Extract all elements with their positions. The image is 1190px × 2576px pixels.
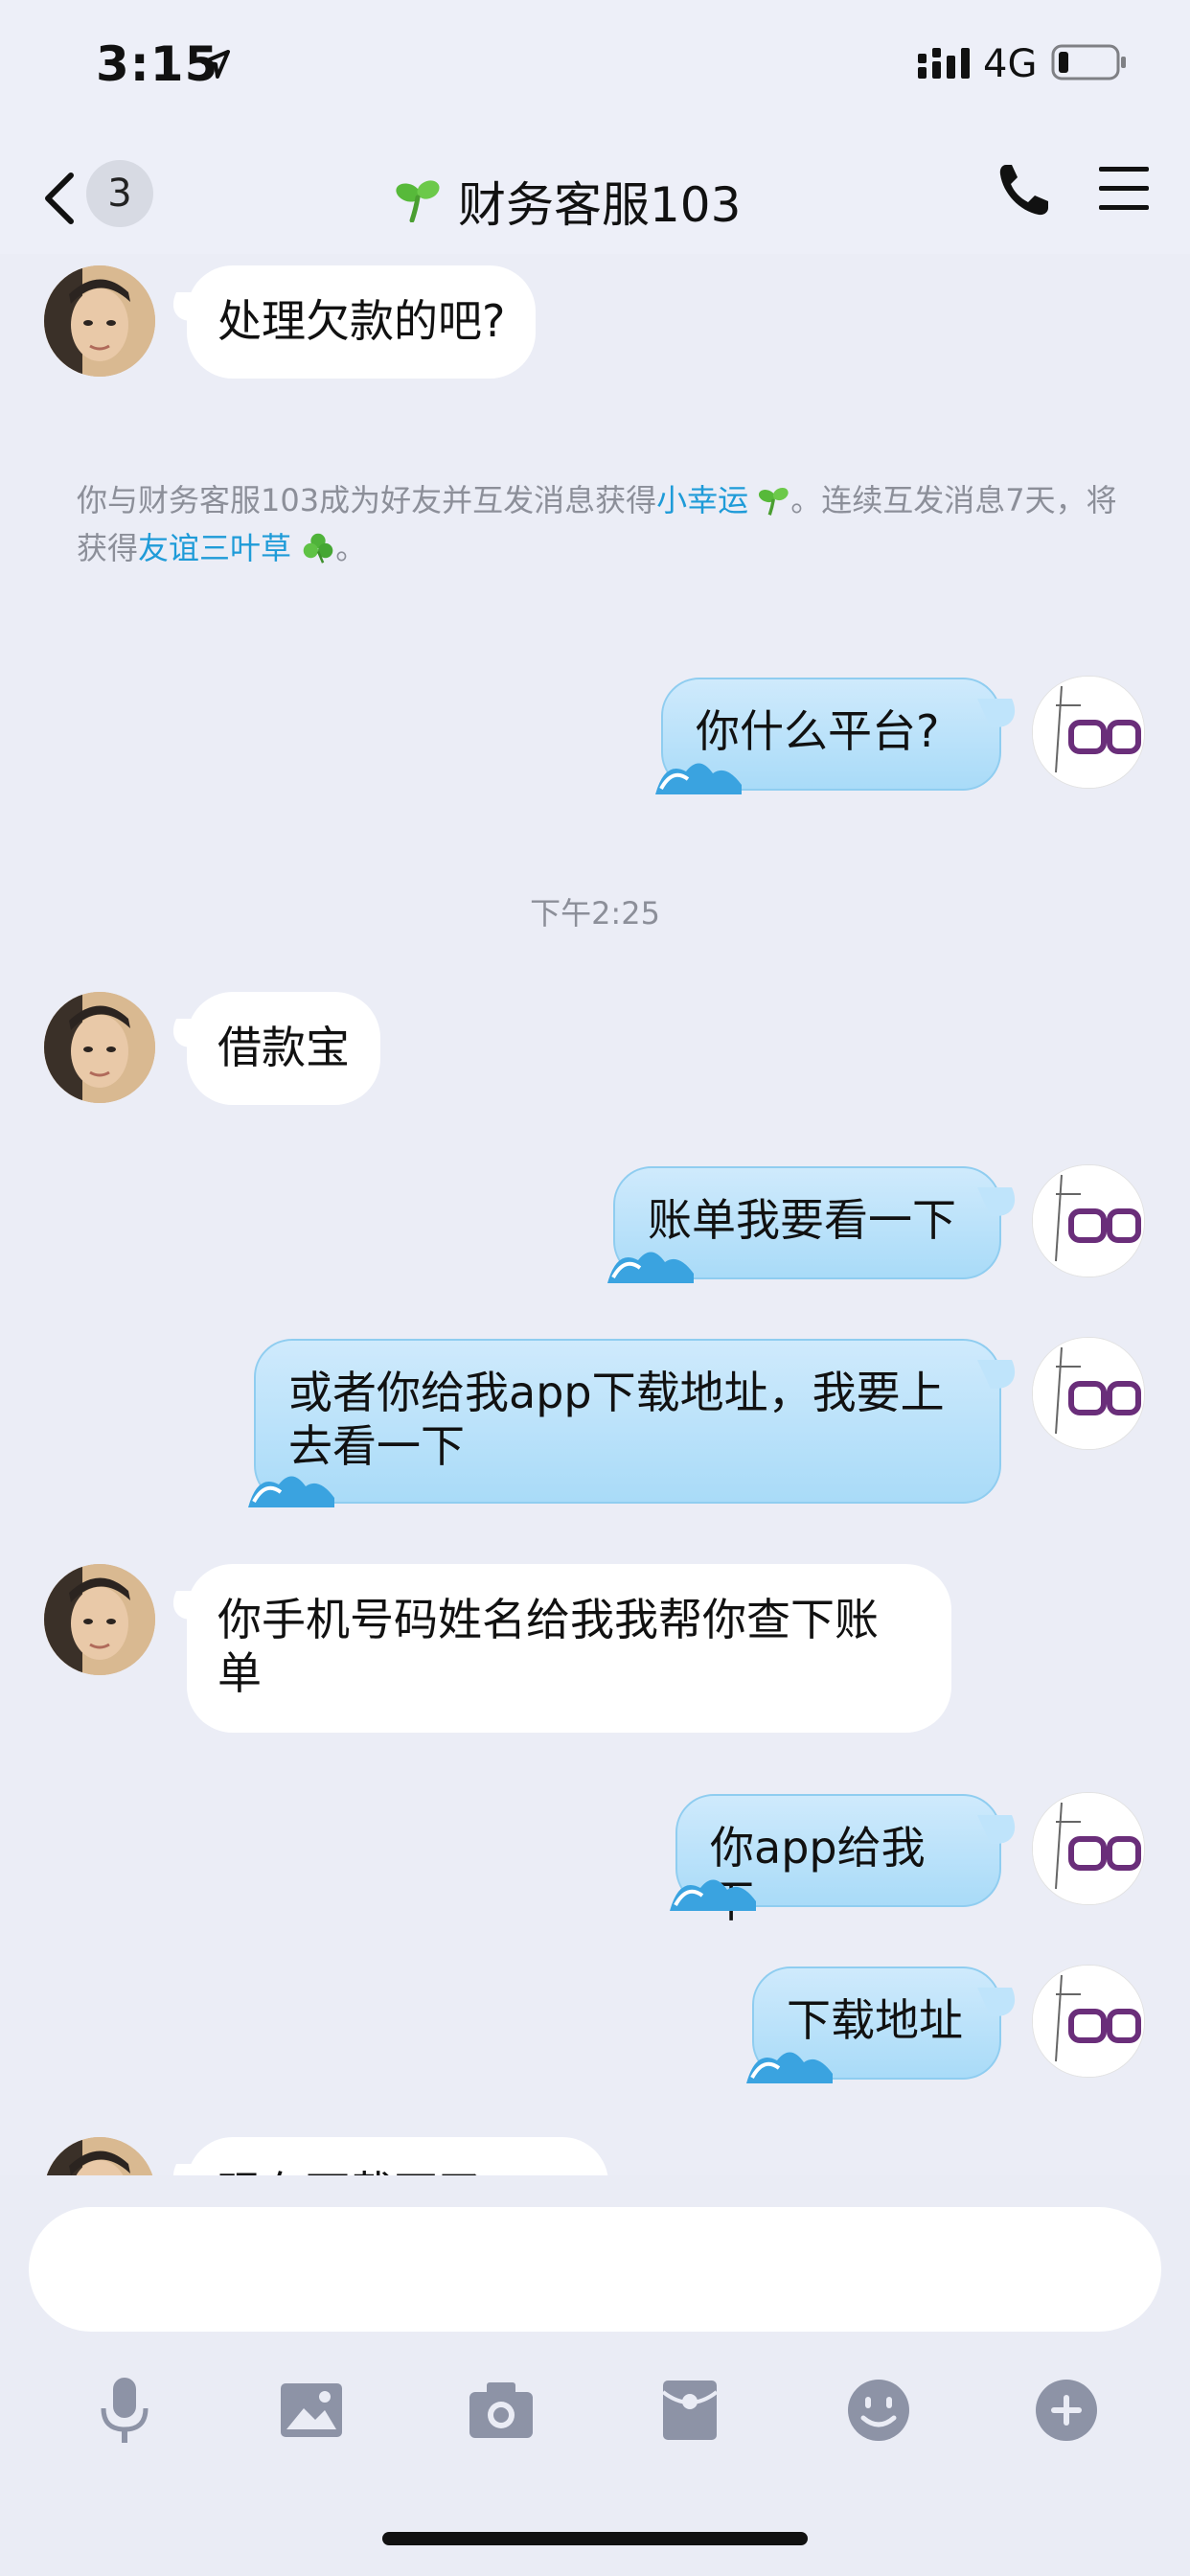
my-avatar[interactable] (1032, 676, 1145, 789)
glasses-avatar-icon (1033, 1338, 1144, 1449)
message-bubble-outgoing[interactable]: 你app给我下 (670, 1794, 1001, 1927)
camera-button[interactable] (458, 2367, 544, 2453)
message-input[interactable] (29, 2207, 1161, 2332)
phone-icon[interactable] (996, 161, 1052, 218)
plus-icon (1036, 2380, 1097, 2441)
notice-text: 你与财务客服103成为好友并互发消息获得 (77, 482, 657, 518)
person-portrait-icon (44, 265, 155, 377)
red-packet-button[interactable] (647, 2367, 733, 2453)
message-bubble-incoming[interactable]: 现在下载不了 (187, 2137, 608, 2175)
cellular-signal-icon (918, 48, 970, 79)
message-text: 账单我要看一下 (648, 1194, 956, 1246)
battery-icon (1051, 44, 1126, 80)
message-bubble-outgoing[interactable]: 账单我要看一下 (607, 1166, 1001, 1283)
my-avatar[interactable] (1032, 1965, 1145, 2078)
message-text: 或者你给我app下载地址，我要上去看一下 (288, 1367, 945, 1472)
message-bubble-outgoing[interactable]: 下载地址 (746, 1966, 1001, 2083)
location-arrow-icon (201, 50, 230, 79)
menu-icon[interactable] (1097, 165, 1151, 213)
notice-text: 。 (335, 530, 367, 566)
plus-button[interactable] (1023, 2367, 1110, 2453)
camera-icon (469, 2382, 533, 2438)
contact-name: 财务客服103 (458, 177, 742, 233)
my-avatar[interactable] (1032, 1792, 1145, 1905)
glasses-avatar-icon (1033, 677, 1144, 788)
person-portrait-icon (44, 2137, 155, 2175)
person-portrait-icon (44, 1564, 155, 1675)
emoji-button[interactable] (835, 2367, 922, 2453)
input-area (0, 2175, 1190, 2576)
wave-decoration-icon (655, 763, 742, 794)
wave-decoration-icon (607, 1252, 694, 1283)
system-notice: 你与财务客服103成为好友并互发消息获得小幸运 。连续互发消息7天，将获得友谊三… (77, 476, 1131, 572)
message-text: 现在下载不了 (217, 2167, 482, 2175)
chat-message-list[interactable]: 处理欠款的吧? 你与财务客服103成为好友并互发消息获得小幸运 。连续互发消息7… (0, 254, 1190, 2175)
contact-avatar[interactable] (44, 265, 155, 377)
status-bar: 3:15 4G (0, 0, 1190, 134)
message-text: 借款宝 (217, 1022, 350, 1073)
sprout-icon (759, 487, 789, 516)
network-label: 4G (983, 42, 1038, 86)
message-text: 下载地址 (787, 1994, 963, 2046)
wave-decoration-icon (670, 1879, 756, 1911)
person-portrait-icon (44, 992, 155, 1103)
home-indicator[interactable] (382, 2532, 808, 2545)
glasses-avatar-icon (1033, 1793, 1144, 1904)
glasses-avatar-icon (1033, 1165, 1144, 1276)
sprout-icon (396, 180, 440, 222)
chevron-left-icon (45, 172, 74, 224)
emoji-icon (848, 2380, 909, 2441)
xiaoxingyun-link[interactable]: 小幸运 (656, 482, 748, 518)
my-avatar[interactable] (1032, 1164, 1145, 1277)
my-avatar[interactable] (1032, 1337, 1145, 1450)
message-text: 你手机号码姓名给我我帮你查下账单 (217, 1594, 879, 1699)
timestamp: 下午2:25 (530, 895, 660, 932)
back-button[interactable]: 3 (42, 160, 157, 227)
nav-bar: 3 财务客服103 (0, 134, 1190, 254)
contact-avatar[interactable] (44, 2137, 155, 2175)
clover-icon (303, 533, 333, 564)
message-bubble-outgoing[interactable]: 或者你给我app下载地址，我要上去看一下 (248, 1339, 1001, 1507)
glasses-avatar-icon (1033, 1966, 1144, 2077)
image-button[interactable] (268, 2367, 355, 2453)
friendship-clover-link[interactable]: 友谊三叶草 (138, 530, 291, 566)
red-packet-icon (661, 2380, 719, 2440)
chat-title[interactable]: 财务客服103 (383, 163, 795, 233)
wave-decoration-icon (248, 1476, 334, 1507)
message-bubble-outgoing[interactable]: 你什么平台? (655, 678, 1001, 794)
message-text: 你什么平台? (696, 705, 940, 757)
message-bubble-incoming[interactable]: 借款宝 (187, 992, 380, 1105)
contact-avatar[interactable] (44, 992, 155, 1103)
microphone-icon (101, 2378, 149, 2443)
message-bubble-incoming[interactable]: 处理欠款的吧? (187, 265, 537, 379)
wave-decoration-icon (746, 2052, 833, 2083)
message-text: 处理欠款的吧? (217, 295, 506, 347)
microphone-button[interactable] (81, 2367, 168, 2453)
unread-count-badge: 3 (86, 160, 153, 227)
image-icon (281, 2383, 342, 2437)
contact-avatar[interactable] (44, 1564, 155, 1675)
message-bubble-incoming[interactable]: 你手机号码姓名给我我帮你查下账单 (187, 1564, 951, 1733)
